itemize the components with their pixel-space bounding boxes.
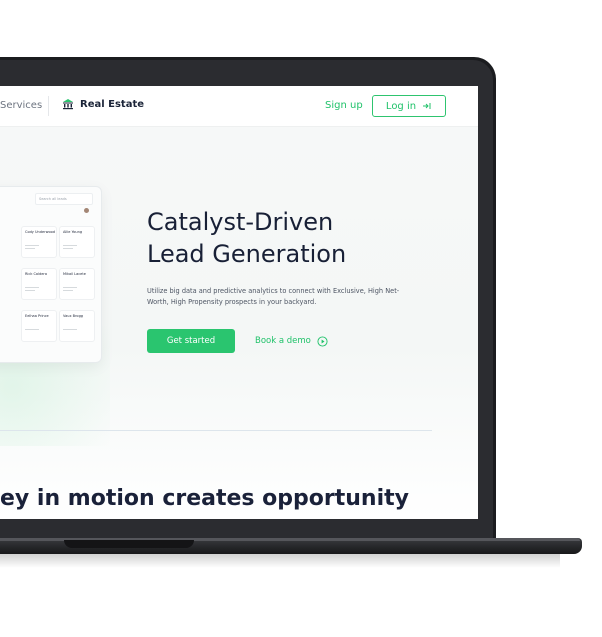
- laptop-shadow: [0, 554, 560, 568]
- lead-card-line: [25, 290, 35, 291]
- lead-card-line: [25, 245, 39, 246]
- hero-subtitle: Utilize big data and predictive analytic…: [147, 287, 400, 306]
- lead-card-line: [63, 287, 77, 288]
- get-started-button[interactable]: Get started: [147, 329, 235, 353]
- lead-card-name: Vaux Brogg: [63, 314, 84, 318]
- nav-item-real-estate[interactable]: Real Estate: [62, 98, 144, 110]
- lead-card: Eelhaa Prince: [21, 310, 57, 342]
- laptop-hinge-notch: [64, 540, 194, 548]
- nav-item-services[interactable]: Services: [0, 100, 42, 111]
- hero-title: Catalyst-Driven Lead Generation: [147, 206, 447, 270]
- login-button-label: Log in: [385, 100, 417, 112]
- lead-card-name: Rick Caldera: [25, 272, 47, 276]
- book-demo-button[interactable]: Book a demo: [255, 329, 328, 353]
- avatar: [84, 208, 89, 213]
- lead-card: Rick Caldera: [21, 268, 57, 300]
- signup-link[interactable]: Sign up: [325, 100, 363, 111]
- lead-card: Mikail Lacete: [59, 268, 95, 300]
- lead-card-line: [63, 290, 73, 291]
- book-demo-label: Book a demo: [255, 336, 311, 346]
- lead-card: Cody Underwood: [21, 226, 57, 258]
- hero-title-line-2: Lead Generation: [147, 240, 347, 268]
- lead-card-line: [63, 329, 77, 330]
- lead-card-name: Mikail Lacete: [63, 272, 86, 276]
- lead-card-name: Allie Young: [63, 230, 83, 234]
- nav-item-real-estate-label: Real Estate: [80, 98, 145, 110]
- top-navigation: Services Real Estate Sign up Log in: [0, 86, 478, 127]
- lead-card-line: [63, 245, 77, 246]
- nav-divider: [48, 96, 49, 116]
- lead-card-line: [25, 329, 39, 330]
- lead-card-line: [63, 248, 73, 249]
- section-divider: [0, 430, 432, 431]
- laptop-mockup: Services Real Estate Sign up Log in Cody…: [0, 0, 602, 637]
- dashboard-search-input: Search all leads: [35, 193, 93, 205]
- lead-card-name: Eelhaa Prince: [25, 314, 49, 318]
- play-circle-icon: [317, 335, 328, 347]
- login-button[interactable]: Log in: [372, 95, 446, 117]
- bank-icon: [63, 99, 73, 110]
- lead-card: Vaux Brogg: [59, 310, 95, 342]
- login-arrow-icon: [423, 103, 431, 109]
- lead-card-name: Cody Underwood: [25, 230, 55, 234]
- lead-card-line: [25, 248, 35, 249]
- lead-card: Allie Young: [59, 226, 95, 258]
- laptop-screen: Services Real Estate Sign up Log in Cody…: [0, 86, 478, 519]
- section-headline: ey in motion creates opportunity: [0, 486, 409, 511]
- lead-card-line: [25, 287, 39, 288]
- hero-title-line-1: Catalyst-Driven: [147, 208, 334, 236]
